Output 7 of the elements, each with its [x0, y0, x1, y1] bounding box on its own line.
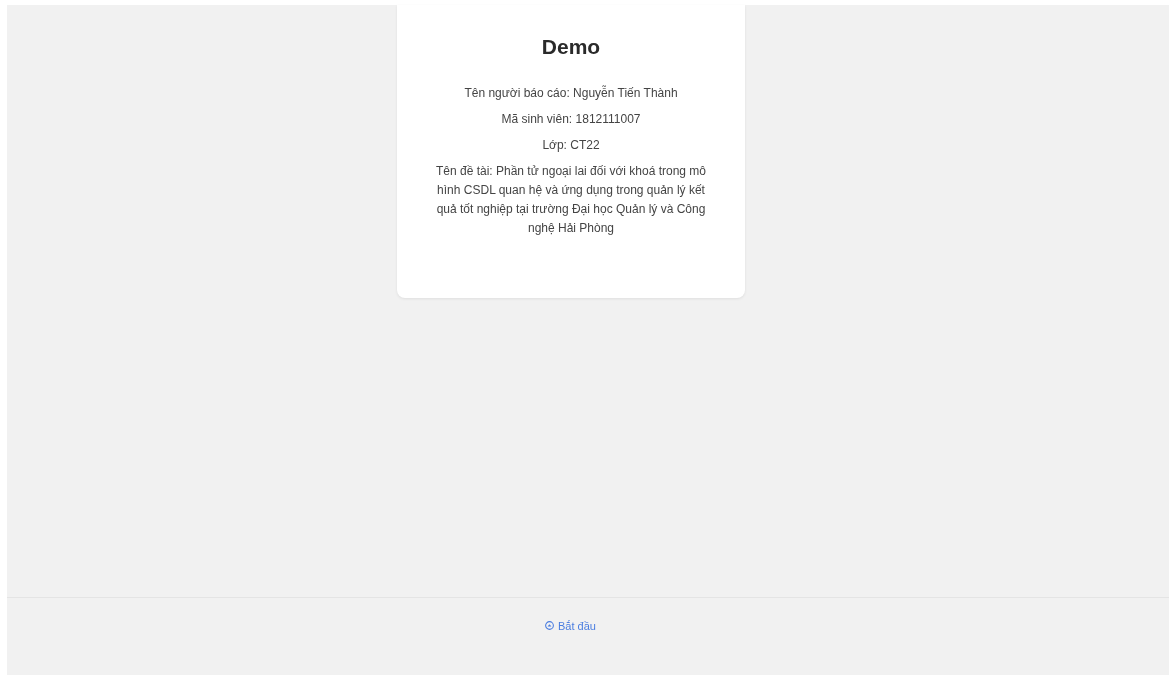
info-text: Lớp: CT22	[541, 137, 601, 153]
start-link[interactable]: Bắt đầu	[545, 619, 596, 632]
info-text: Tên người báo cáo: Nguyễn Tiến Thành	[463, 85, 679, 101]
info-text: Tên đề tài: Phần tử ngoại lai đối với khoá trong mô hình CSDL quan hệ và ứng dụng trong quản lý kết quả tốt nghiệp tại trường Đại học Quản lý và Công nghệ Hải Phòng	[434, 163, 708, 237]
info-text: Mã sinh viên: 1812111007	[500, 111, 642, 127]
arrow-up-circle-icon	[545, 621, 554, 630]
card-title: Demo	[540, 35, 602, 59]
